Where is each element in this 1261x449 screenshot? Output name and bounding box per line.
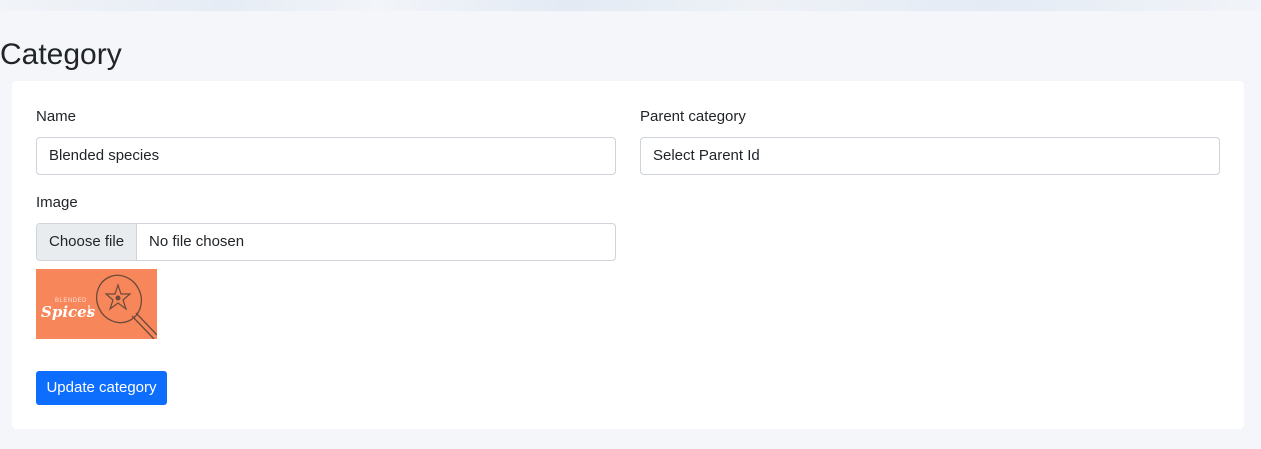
logo-script-text: Spices [41,303,96,321]
image-file-input[interactable]: Choose file No file chosen [36,223,616,261]
choose-file-button[interactable]: Choose file [37,224,138,260]
image-label: Image [36,194,78,211]
name-label: Name [36,108,77,125]
star-anise-icon [104,283,132,311]
parent-category-label: Parent category [640,108,746,125]
name-input[interactable]: Blended species [36,137,616,175]
category-form-card: Name Blended species Parent category Sel… [12,81,1244,429]
top-banner-strip [0,0,1261,11]
blended-spices-logo: BLENDED Spices [41,274,157,339]
page-title: Category [0,38,122,71]
file-status-text: No file chosen [149,233,245,250]
category-image-thumbnail: BLENDED Spices [36,269,157,339]
update-category-button[interactable]: Update category [36,371,167,405]
parent-category-select[interactable]: Select Parent Id [640,137,1220,175]
